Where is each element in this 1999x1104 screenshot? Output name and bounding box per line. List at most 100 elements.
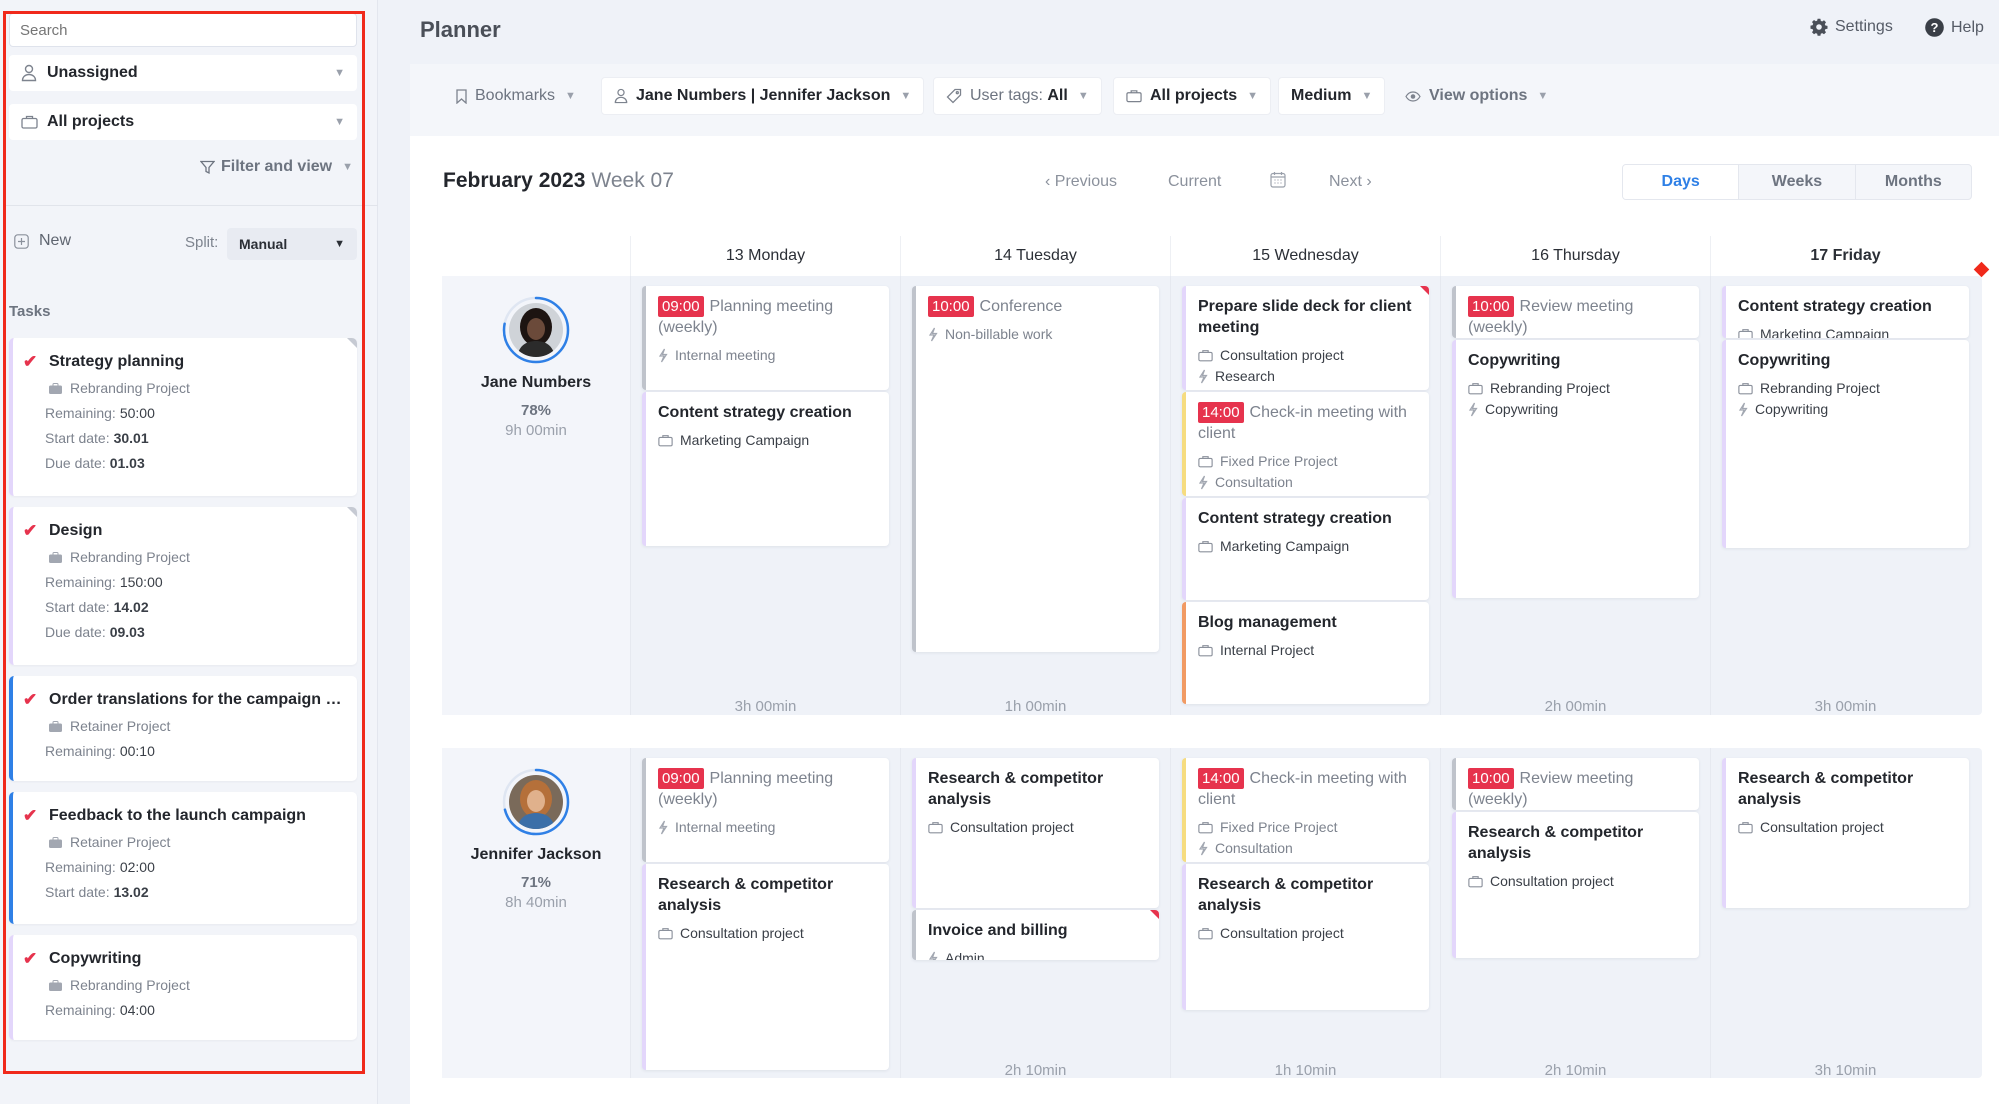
task-start-date: Start date: 14.02 bbox=[45, 599, 343, 615]
bolt-icon bbox=[1198, 841, 1208, 856]
size-dropdown[interactable]: Medium ▼ bbox=[1278, 77, 1386, 115]
eye-icon bbox=[1405, 90, 1421, 102]
day-cell[interactable]: 10:00 Conference Non-billable work 1h 00m… bbox=[900, 276, 1170, 715]
event-card[interactable]: Prepare slide deck for client meeting Co… bbox=[1182, 286, 1429, 390]
chevron-down-icon: ▼ bbox=[334, 238, 345, 250]
event-meta: Internal Project bbox=[1198, 642, 1417, 658]
previous-button[interactable]: ‹ Previous bbox=[1045, 173, 1117, 191]
avatar-image bbox=[509, 775, 563, 829]
settings-link[interactable]: Settings bbox=[1810, 18, 1893, 36]
settings-label: Settings bbox=[1835, 18, 1893, 35]
event-card[interactable]: Copywriting Rebranding Project Copywriti… bbox=[1452, 340, 1699, 598]
flag-marker bbox=[1420, 286, 1429, 295]
day-cell[interactable]: 10:00 Review meeting (weekly) Copywriting … bbox=[1440, 276, 1710, 715]
event-card[interactable]: 10:00 Review meeting (weekly) bbox=[1452, 286, 1699, 338]
split-select[interactable]: Manual ▼ bbox=[227, 228, 357, 260]
user-tags-dropdown[interactable]: User tags: All ▼ bbox=[933, 77, 1102, 115]
filter-and-view-button[interactable]: Filter and view ▼ bbox=[199, 158, 353, 176]
view-options-dropdown[interactable]: View options ▼ bbox=[1393, 77, 1560, 115]
event-card[interactable]: 10:00 Review meeting (weekly) bbox=[1452, 758, 1699, 810]
task-project: Rebranding Project bbox=[70, 549, 190, 565]
event-card[interactable]: Invoice and billing Admin bbox=[912, 910, 1159, 960]
size-value: Medium bbox=[1291, 87, 1352, 104]
calendar-picker-button[interactable] bbox=[1270, 171, 1286, 193]
previous-label: Previous bbox=[1054, 173, 1118, 190]
search-input[interactable] bbox=[9, 13, 357, 47]
bookmarks-dropdown[interactable]: Bookmarks ▼ bbox=[444, 77, 588, 115]
user-avatar[interactable] bbox=[502, 296, 570, 364]
event-card[interactable]: 10:00 Conference Non-billable work bbox=[912, 286, 1159, 652]
help-icon: ? bbox=[1925, 18, 1944, 37]
view-mode-months[interactable]: Months bbox=[1854, 165, 1971, 199]
bolt-icon bbox=[1198, 475, 1208, 490]
task-card[interactable]: ✔ Strategy planning Rebranding Project R… bbox=[9, 338, 357, 496]
day-cell[interactable]: 09:00 Planning meeting (weekly) Internal … bbox=[630, 276, 900, 715]
chevron-down-icon: ▼ bbox=[334, 116, 345, 128]
task-due-date: Due date: 01.03 bbox=[45, 455, 343, 471]
bolt-icon bbox=[928, 327, 938, 342]
briefcase-icon bbox=[658, 434, 673, 447]
briefcase-icon bbox=[1198, 349, 1213, 362]
start-date-value: 14.02 bbox=[113, 599, 149, 615]
day-cell[interactable]: Research & competitor analysis Consultat… bbox=[1710, 748, 1980, 1079]
event-title-text: Copywriting bbox=[1468, 352, 1561, 369]
event-title: Prepare slide deck for client meeting bbox=[1198, 296, 1417, 338]
event-card[interactable]: Content strategy creation Marketing Camp… bbox=[1182, 498, 1429, 600]
event-card[interactable]: Content strategy creation Marketing Camp… bbox=[1722, 286, 1969, 338]
event-card[interactable]: Research & competitor analysis Consultat… bbox=[1452, 812, 1699, 958]
next-button[interactable]: Next › bbox=[1329, 173, 1372, 191]
day-cell[interactable]: 14:00 Check-in meeting with client Fixed … bbox=[1170, 748, 1440, 1079]
chevron-down-icon: ▼ bbox=[1361, 90, 1373, 102]
task-card[interactable]: ✔ Feedback to the launch campaign Retain… bbox=[9, 792, 357, 924]
projects-value: All projects bbox=[1150, 87, 1238, 104]
day-cell[interactable]: 10:00 Review meeting (weekly) Research & c… bbox=[1440, 748, 1710, 1079]
event-meta-text: Consultation project bbox=[680, 925, 804, 941]
remaining-value: 50:00 bbox=[119, 405, 155, 421]
event-card[interactable]: 14:00 Check-in meeting with client Fixed … bbox=[1182, 758, 1429, 862]
event-title: 10:00 Conference bbox=[928, 296, 1147, 317]
event-card[interactable]: Research & competitor analysis Consultat… bbox=[912, 758, 1159, 908]
new-task-button[interactable]: New bbox=[14, 232, 71, 250]
current-button[interactable]: Current bbox=[1168, 173, 1221, 191]
day-cell[interactable]: Prepare slide deck for client meeting Co… bbox=[1170, 276, 1440, 715]
event-card[interactable]: Research & competitor analysis Consultat… bbox=[1182, 864, 1429, 1010]
event-card[interactable]: Content strategy creation Marketing Camp… bbox=[642, 392, 889, 546]
task-card[interactable]: ✔ Design Rebranding Project Remaining: 15… bbox=[9, 507, 357, 665]
help-link[interactable]: ? Help bbox=[1925, 18, 1984, 37]
event-card[interactable]: Research & competitor analysis Consultat… bbox=[1722, 758, 1969, 908]
task-card[interactable]: ✔ Copywriting Rebranding Project Remaini… bbox=[9, 935, 357, 1040]
event-card[interactable]: Copywriting Rebranding Project Copywriti… bbox=[1722, 340, 1969, 548]
new-task-label: New bbox=[39, 232, 72, 249]
event-meta-text: Consultation bbox=[1215, 474, 1293, 490]
event-card[interactable]: 09:00 Planning meeting (weekly) Internal … bbox=[642, 758, 889, 862]
assignee-select[interactable]: Unassigned ▼ bbox=[9, 55, 357, 91]
day-cell[interactable]: Content strategy creation Marketing Camp… bbox=[1710, 276, 1980, 715]
day-header: 15 Wednesday bbox=[1170, 236, 1440, 276]
project-select[interactable]: All projects ▼ bbox=[9, 104, 357, 140]
users-dropdown[interactable]: Jane Numbers | Jennifer Jackson ▼ bbox=[601, 77, 925, 115]
projects-dropdown[interactable]: All projects ▼ bbox=[1113, 77, 1272, 115]
event-time-badge: 10:00 bbox=[928, 296, 974, 317]
filter-bar: Bookmarks ▼ Jane Numbers | Jennifer Jack… bbox=[410, 64, 1999, 136]
due-date-value: 01.03 bbox=[109, 455, 145, 471]
day-cell[interactable]: 09:00 Planning meeting (weekly) Internal … bbox=[630, 748, 900, 1078]
event-meta-text: Rebranding Project bbox=[1760, 380, 1880, 396]
event-card[interactable]: Blog management Internal Project bbox=[1182, 602, 1429, 704]
user-avatar[interactable] bbox=[502, 768, 570, 836]
event-card[interactable]: Research & competitor analysis Consultat… bbox=[642, 864, 889, 1070]
event-card[interactable]: 14:00 Check-in meeting with client Fixed … bbox=[1182, 392, 1429, 496]
help-label: Help bbox=[1951, 18, 1984, 36]
view-mode-switch: Days Weeks Months bbox=[1622, 164, 1972, 200]
view-mode-weeks[interactable]: Weeks bbox=[1738, 165, 1854, 199]
user-hours: 9h 00min bbox=[505, 422, 567, 439]
event-meta-text: Marketing Campaign bbox=[680, 432, 810, 448]
task-card[interactable]: ✔ Order translations for the campaign m.… bbox=[9, 676, 357, 781]
briefcase-icon bbox=[49, 720, 62, 732]
event-card[interactable]: 09:00 Planning meeting (weekly) Internal … bbox=[642, 286, 889, 390]
briefcase-icon bbox=[1198, 927, 1213, 940]
chevron-right-icon: › bbox=[1361, 173, 1372, 190]
view-mode-days[interactable]: Days bbox=[1623, 165, 1739, 199]
event-meta: Rebranding Project bbox=[1468, 380, 1687, 396]
event-title: Content strategy creation bbox=[1198, 508, 1417, 529]
day-cell[interactable]: Research & competitor analysis Consultat… bbox=[900, 748, 1170, 1079]
